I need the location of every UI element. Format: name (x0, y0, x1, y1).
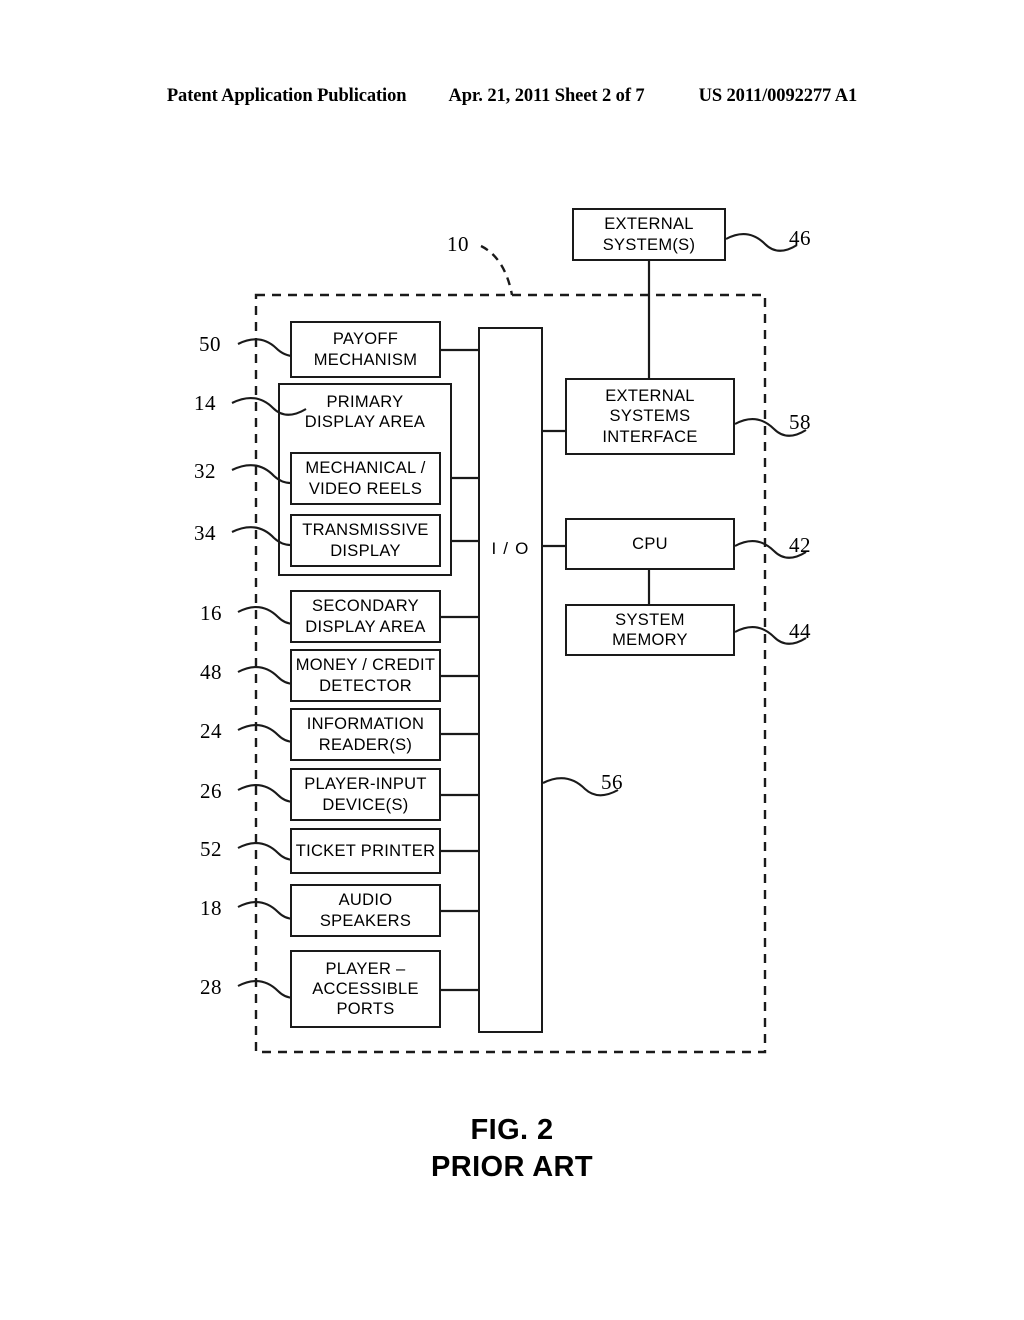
refnum-52: 52 (200, 837, 222, 861)
refnum-14: 14 (194, 391, 216, 415)
refnum-28: 28 (200, 975, 222, 999)
node-system-memory[interactable]: SYSTEM MEMORY (565, 604, 735, 656)
node-audio-speakers[interactable]: AUDIO SPEAKERS (290, 884, 441, 937)
refnum-24: 24 (200, 719, 222, 743)
node-external-systems[interactable]: EXTERNAL SYSTEM(S) (572, 208, 726, 261)
refnum-42: 42 (789, 533, 811, 557)
refnum-16: 16 (200, 601, 222, 625)
figure-caption: FIG. 2 PRIOR ART (430, 1114, 594, 1184)
leader-10 (480, 244, 514, 296)
refnum-26: 26 (200, 779, 222, 803)
node-io-bus[interactable]: I / O (478, 327, 543, 1033)
refnum-32: 32 (194, 459, 216, 483)
refnum-18: 18 (200, 896, 222, 920)
refnum-46: 46 (789, 226, 811, 250)
io-bus-label: I / O (491, 539, 530, 558)
refnum-56: 56 (601, 770, 623, 794)
refnum-58: 58 (789, 410, 811, 434)
node-transmissive-display[interactable]: TRANSMISSIVE DISPLAY (290, 514, 441, 567)
refnum-34: 34 (194, 521, 216, 545)
refnum-48: 48 (200, 660, 222, 684)
refnum-44: 44 (789, 619, 811, 643)
leader-46 (725, 233, 798, 252)
node-information-readers[interactable]: INFORMATION READER(S) (290, 708, 441, 761)
node-external-systems-interface[interactable]: EXTERNAL SYSTEMS INTERFACE (565, 378, 735, 455)
node-payoff-mechanism[interactable]: PAYOFF MECHANISM (290, 321, 441, 378)
refnum-50: 50 (199, 332, 221, 356)
node-player-accessible-ports[interactable]: PLAYER – ACCESSIBLE PORTS (290, 950, 441, 1028)
node-mechanical-video-reels[interactable]: MECHANICAL / VIDEO REELS (290, 452, 441, 505)
node-ticket-printer[interactable]: TICKET PRINTER (290, 828, 441, 874)
node-player-input-devices[interactable]: PLAYER-INPUT DEVICE(S) (290, 768, 441, 821)
refnum-10: 10 (447, 232, 469, 256)
node-cpu[interactable]: CPU (565, 518, 735, 570)
node-money-credit-detector[interactable]: MONEY / CREDIT DETECTOR (290, 649, 441, 702)
node-secondary-display-area[interactable]: SECONDARY DISPLAY AREA (290, 590, 441, 643)
primary-display-area-label: PRIMARY DISPLAY AREA (304, 393, 426, 432)
